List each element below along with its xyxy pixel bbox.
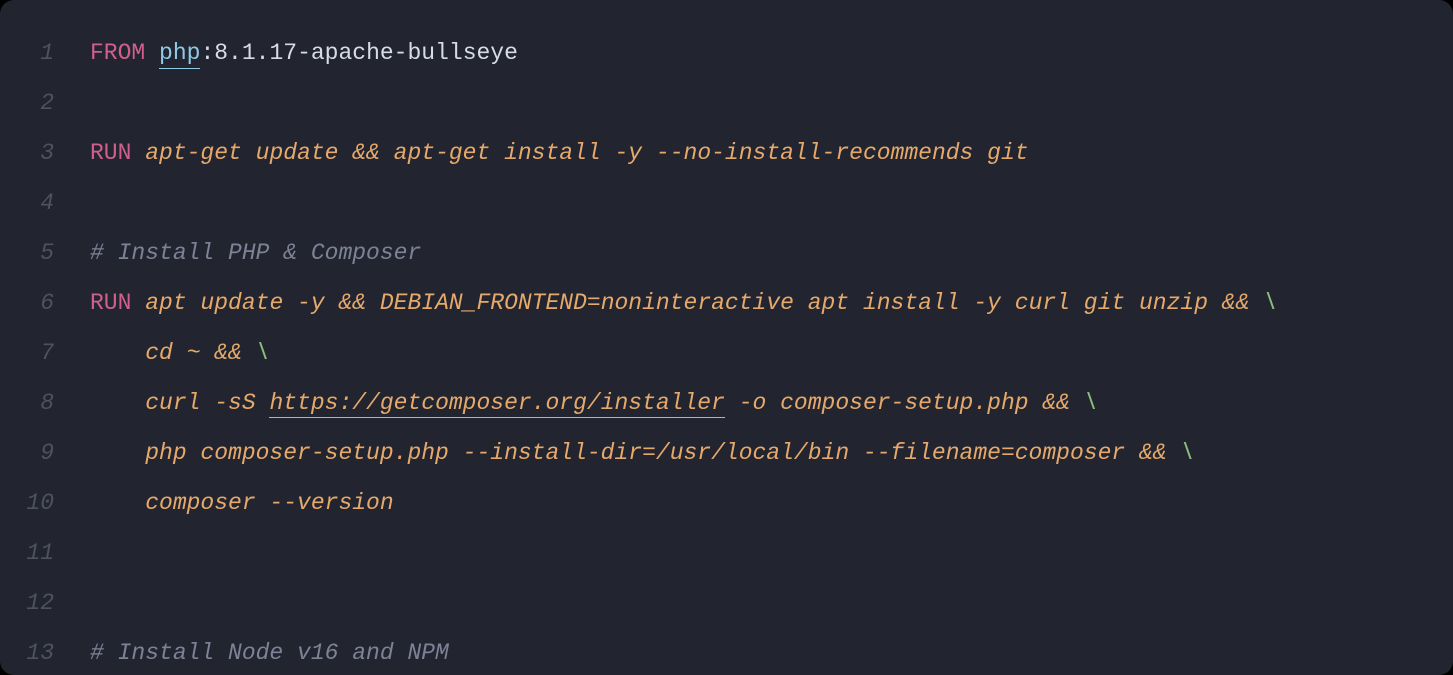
code-token: apt-get update && apt-get install -y --n… [131,140,1028,166]
code-token: :8.1.17-apache-bullseye [200,40,517,66]
line-number: 13 [0,628,90,675]
code-token: php composer-setup.php --install-dir=/us… [90,440,1180,466]
code-token: -o composer-setup.php && [725,390,1084,416]
line-number: 5 [0,228,90,278]
code-line[interactable]: 5# Install PHP & Composer [0,228,1453,278]
code-line[interactable]: 4 [0,178,1453,228]
code-line[interactable]: 10 composer --version [0,478,1453,528]
code-content[interactable]: curl -sS https://getcomposer.org/install… [90,378,1453,428]
code-line[interactable]: 3RUN apt-get update && apt-get install -… [0,128,1453,178]
code-editor[interactable]: 1FROM php:8.1.17-apache-bullseye23RUN ap… [0,0,1453,675]
code-content[interactable]: RUN apt-get update && apt-get install -y… [90,128,1453,178]
code-content[interactable]: # Install Node v16 and NPM [90,628,1453,675]
code-token: RUN [90,140,131,166]
line-number: 4 [0,178,90,228]
code-content[interactable]: php composer-setup.php --install-dir=/us… [90,428,1453,478]
code-token: \ [1263,290,1277,316]
line-number: 1 [0,28,90,78]
code-token: php [159,40,200,69]
line-number: 9 [0,428,90,478]
code-line[interactable]: 12 [0,578,1453,628]
line-number: 11 [0,528,90,578]
code-token: # Install PHP & Composer [90,240,421,266]
code-token: apt update -y && DEBIAN_FRONTEND=noninte… [131,290,1263,316]
code-content[interactable]: RUN apt update -y && DEBIAN_FRONTEND=non… [90,278,1453,328]
code-token: \ [256,340,270,366]
code-token: RUN [90,290,131,316]
code-line[interactable]: 7 cd ~ && \ [0,328,1453,378]
line-number: 3 [0,128,90,178]
code-line[interactable]: 1FROM php:8.1.17-apache-bullseye [0,28,1453,78]
code-token: composer --version [90,490,394,516]
code-token: FROM [90,40,145,66]
code-token: curl -sS [90,390,269,416]
code-token: # Install Node v16 and NPM [90,640,449,666]
code-line[interactable]: 13# Install Node v16 and NPM [0,628,1453,675]
code-token: https://getcomposer.org/installer [269,390,724,418]
line-number: 6 [0,278,90,328]
code-token [145,40,159,66]
code-content[interactable]: composer --version [90,478,1453,528]
line-number: 10 [0,478,90,528]
line-number: 12 [0,578,90,628]
code-token: \ [1084,390,1098,416]
code-content[interactable]: # Install PHP & Composer [90,228,1453,278]
code-line[interactable]: 6RUN apt update -y && DEBIAN_FRONTEND=no… [0,278,1453,328]
line-number: 2 [0,78,90,128]
code-content[interactable]: FROM php:8.1.17-apache-bullseye [90,28,1453,78]
code-line[interactable]: 9 php composer-setup.php --install-dir=/… [0,428,1453,478]
code-line[interactable]: 8 curl -sS https://getcomposer.org/insta… [0,378,1453,428]
code-line[interactable]: 2 [0,78,1453,128]
line-number: 7 [0,328,90,378]
code-content[interactable]: cd ~ && \ [90,328,1453,378]
code-line[interactable]: 11 [0,528,1453,578]
code-token: \ [1180,440,1194,466]
line-number: 8 [0,378,90,428]
code-token: cd ~ && [90,340,256,366]
